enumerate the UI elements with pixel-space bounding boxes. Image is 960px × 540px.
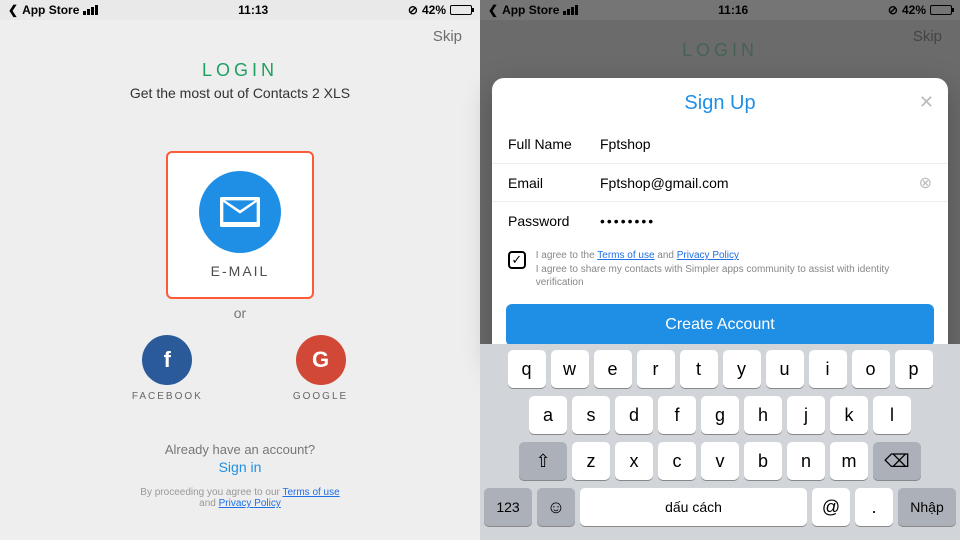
- key-q[interactable]: q: [508, 350, 546, 388]
- key-j[interactable]: j: [787, 396, 825, 434]
- battery-pct: 42%: [422, 3, 446, 17]
- screen-login: ❮ App Store 11:13 ⊘ 42% Skip LOGIN Get t…: [0, 0, 480, 540]
- password-label: Password: [508, 213, 600, 229]
- space-key[interactable]: dấu cách: [580, 488, 807, 526]
- shift-key[interactable]: ⇧: [519, 442, 567, 480]
- screen-signup: ❮ App Store 11:16 ⊘ 42% Skip LOGIN f G S…: [480, 0, 960, 540]
- skip-button[interactable]: Skip: [433, 28, 462, 45]
- page-subtitle: Get the most out of Contacts 2 XLS: [0, 85, 480, 101]
- backspace-key[interactable]: ⌫: [873, 442, 921, 480]
- key-h[interactable]: h: [744, 396, 782, 434]
- key-m[interactable]: m: [830, 442, 868, 480]
- google-icon: G: [296, 335, 346, 385]
- fullname-label: Full Name: [508, 136, 600, 152]
- status-time: 11:16: [718, 3, 748, 17]
- email-field[interactable]: Fptshop@gmail.com: [600, 175, 919, 191]
- signal-icon: [563, 5, 578, 15]
- status-bar: ❮ App Store 11:16 ⊘ 42%: [480, 0, 960, 20]
- key-u[interactable]: u: [766, 350, 804, 388]
- at-key[interactable]: @: [812, 488, 850, 526]
- signup-modal: Sign Up ✕ Full Name Fptshop Email Fptsho…: [492, 78, 948, 360]
- rotation-lock-icon: ⊘: [408, 3, 418, 17]
- key-e[interactable]: e: [594, 350, 632, 388]
- key-x[interactable]: x: [615, 442, 653, 480]
- key-c[interactable]: c: [658, 442, 696, 480]
- dot-key[interactable]: .: [855, 488, 893, 526]
- back-app-label[interactable]: App Store: [502, 3, 559, 17]
- key-f[interactable]: f: [658, 396, 696, 434]
- facebook-icon: f: [142, 335, 192, 385]
- numbers-key[interactable]: 123: [484, 488, 532, 526]
- status-time: 11:13: [238, 3, 268, 17]
- back-app-label[interactable]: App Store: [22, 3, 79, 17]
- key-o[interactable]: o: [852, 350, 890, 388]
- key-d[interactable]: d: [615, 396, 653, 434]
- page-title-behind: LOGIN: [480, 40, 960, 61]
- google-login-button[interactable]: G GOOGLE: [293, 335, 348, 402]
- status-bar: ❮ App Store 11:13 ⊘ 42%: [0, 0, 480, 20]
- create-account-button[interactable]: Create Account: [506, 304, 934, 346]
- key-z[interactable]: z: [572, 442, 610, 480]
- battery-icon: [930, 5, 952, 15]
- privacy-link[interactable]: Privacy Policy: [219, 498, 281, 509]
- key-k[interactable]: k: [830, 396, 868, 434]
- key-s[interactable]: s: [572, 396, 610, 434]
- back-app-icon[interactable]: ❮: [8, 3, 18, 17]
- key-n[interactable]: n: [787, 442, 825, 480]
- email-card-label: E-MAIL: [211, 263, 270, 279]
- terms-link[interactable]: Terms of use: [597, 250, 654, 261]
- emoji-key[interactable]: ☺: [537, 488, 575, 526]
- email-login-card[interactable]: E-MAIL: [166, 151, 314, 299]
- facebook-label: FACEBOOK: [132, 391, 203, 402]
- key-y[interactable]: y: [723, 350, 761, 388]
- key-b[interactable]: b: [744, 442, 782, 480]
- email-label: Email: [508, 175, 600, 191]
- key-a[interactable]: a: [529, 396, 567, 434]
- privacy-link[interactable]: Privacy Policy: [677, 250, 739, 261]
- battery-icon: [450, 5, 472, 15]
- agree-checkbox[interactable]: ✓: [508, 251, 526, 269]
- page-title: LOGIN: [0, 60, 480, 81]
- mail-icon: [199, 171, 281, 253]
- key-v[interactable]: v: [701, 442, 739, 480]
- key-g[interactable]: g: [701, 396, 739, 434]
- key-r[interactable]: r: [637, 350, 675, 388]
- battery-pct: 42%: [902, 3, 926, 17]
- clear-email-icon[interactable]: ⊗: [919, 173, 932, 193]
- key-i[interactable]: i: [809, 350, 847, 388]
- close-icon[interactable]: ✕: [919, 92, 934, 113]
- agree-text: I agree to the Terms of use and Privacy …: [536, 249, 932, 290]
- footer-legal: By proceeding you agree to our Terms of …: [0, 487, 480, 509]
- or-divider: or: [0, 305, 480, 321]
- signal-icon: [83, 5, 98, 15]
- key-p[interactable]: p: [895, 350, 933, 388]
- fullname-field[interactable]: Fptshop: [600, 136, 932, 152]
- rotation-lock-icon: ⊘: [888, 3, 898, 17]
- already-have-account: Already have an account?: [0, 442, 480, 457]
- keyboard: qwertyuiop asdfghjkl ⇧zxcvbnm⌫ 123☺dấu c…: [480, 344, 960, 540]
- key-w[interactable]: w: [551, 350, 589, 388]
- facebook-login-button[interactable]: f FACEBOOK: [132, 335, 203, 402]
- password-field[interactable]: ••••••••: [600, 213, 932, 229]
- sign-in-link[interactable]: Sign in: [0, 459, 480, 475]
- key-t[interactable]: t: [680, 350, 718, 388]
- key-l[interactable]: l: [873, 396, 911, 434]
- back-app-icon[interactable]: ❮: [488, 3, 498, 17]
- google-label: GOOGLE: [293, 391, 348, 402]
- modal-title: Sign Up ✕: [492, 78, 948, 125]
- terms-link[interactable]: Terms of use: [282, 487, 339, 498]
- enter-key[interactable]: Nhập: [898, 488, 956, 526]
